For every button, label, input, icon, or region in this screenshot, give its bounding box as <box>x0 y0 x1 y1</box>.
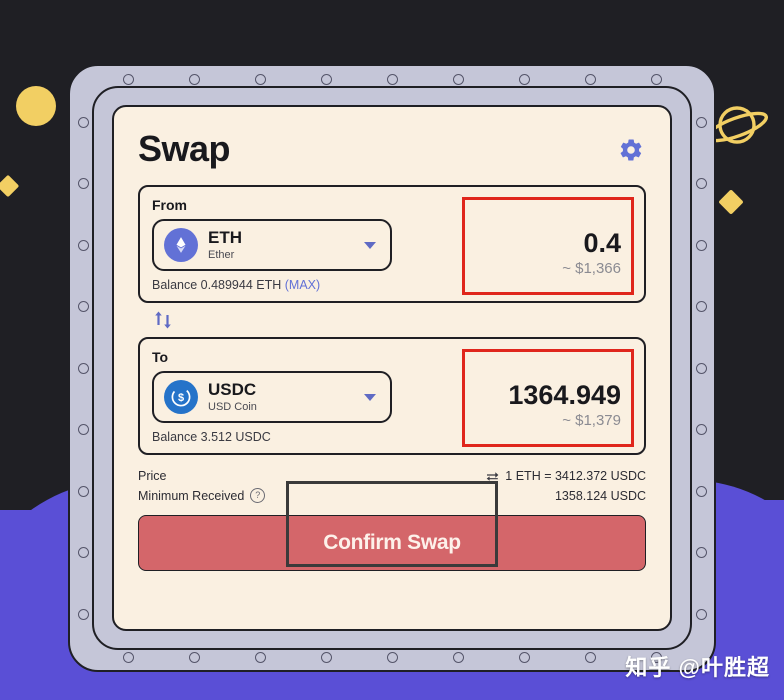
to-token-meta: USDC USD Coin <box>208 379 354 414</box>
usdc-icon-glyph: $ <box>171 387 191 407</box>
screw-icon <box>695 362 707 374</box>
from-amount-input[interactable]: 0.4 <box>465 228 621 258</box>
screw-icon <box>77 547 89 558</box>
screw-icon <box>695 608 707 620</box>
to-balance-text: Balance 3.512 USDC <box>152 430 271 444</box>
screw-icon <box>77 608 89 620</box>
screw-icon <box>695 485 707 497</box>
usdc-icon: $ <box>164 380 198 414</box>
screenshot-root: Swap From ETH Ether Balance 0.489944 ETH… <box>0 0 784 700</box>
chevron-down-icon[interactable] <box>364 241 376 249</box>
confirm-swap-wrap: Confirm Swap <box>138 481 646 571</box>
screw-icon <box>584 73 596 85</box>
yellow-diamond-icon <box>0 174 20 198</box>
screw-icon <box>320 73 332 85</box>
screw-icon <box>518 73 530 85</box>
from-panel: From ETH Ether Balance 0.489944 ETH (MAX… <box>138 185 646 303</box>
swap-card: Swap From ETH Ether Balance 0.489944 ETH… <box>112 105 672 631</box>
screw-icon <box>695 239 707 251</box>
to-amount-fiat: ~ $1,379 <box>562 412 621 429</box>
from-token-selector[interactable]: ETH Ether <box>152 219 392 271</box>
screw-icon <box>320 651 332 663</box>
ethereum-icon <box>164 228 198 262</box>
screw-icon <box>695 424 707 435</box>
screw-icon <box>77 301 89 312</box>
screw-icon <box>188 73 200 85</box>
screw-icon <box>77 239 89 251</box>
yellow-diamond-icon <box>718 189 744 215</box>
gear-icon-glyph <box>620 139 642 161</box>
from-token-name: Ether <box>208 249 235 262</box>
screw-icon <box>695 178 707 189</box>
from-balance-text: Balance 0.489944 ETH <box>152 278 282 292</box>
to-token-selector[interactable]: $ USDC USD Coin <box>152 371 392 423</box>
screw-icon <box>695 301 707 312</box>
swap-rate-icon[interactable] <box>486 471 499 482</box>
price-row: Price 1 ETH = 3412.372 USDC <box>138 469 646 483</box>
screw-icon <box>122 73 134 85</box>
from-token-symbol: ETH <box>208 227 242 247</box>
screw-icon <box>584 651 596 663</box>
screw-icon <box>518 651 530 663</box>
question-mark-icon[interactable]: ? <box>250 488 266 503</box>
minimum-label-wrap: Minimum Received ? <box>138 488 266 503</box>
max-button[interactable]: (MAX) <box>285 278 320 292</box>
swap-direction-row <box>138 303 646 337</box>
screw-icon <box>77 485 89 497</box>
screw-icon <box>77 362 89 374</box>
screw-icon <box>695 547 707 558</box>
price-value: 1 ETH = 3412.372 USDC <box>505 469 646 483</box>
to-amount-highlight: 1364.949 ~ $1,379 <box>462 349 634 447</box>
watermark: 知乎 @叶胜超 <box>625 655 770 680</box>
ethereum-icon-glyph <box>176 237 186 253</box>
screw-icon <box>650 73 662 85</box>
gear-icon[interactable] <box>616 135 646 165</box>
to-panel: To $ USDC USD Coin Balance 3.512 USDC 13… <box>138 337 646 455</box>
screw-icon <box>188 651 200 663</box>
from-amount-highlight: 0.4 ~ $1,366 <box>462 197 634 295</box>
chevron-down-icon[interactable] <box>364 393 376 401</box>
screw-icon <box>122 651 134 663</box>
confirm-swap-button[interactable]: Confirm Swap <box>138 515 646 571</box>
screw-icon <box>254 651 266 663</box>
swap-vertical-arrows-icon[interactable] <box>152 308 174 332</box>
swap-details: Price 1 ETH = 3412.372 USDC Minimum Rece… <box>138 469 646 503</box>
to-token-name: USD Coin <box>208 401 257 414</box>
yellow-circle-icon <box>16 86 56 126</box>
screw-icon <box>77 116 89 128</box>
to-token-symbol: USDC <box>208 379 257 399</box>
screw-icon <box>77 424 89 435</box>
screw-icon <box>77 178 89 189</box>
minimum-received-value: 1358.124 USDC <box>554 488 646 503</box>
price-value-wrap: 1 ETH = 3412.372 USDC <box>486 469 646 483</box>
screw-icon <box>452 651 464 663</box>
card-header: Swap <box>138 129 646 185</box>
svg-text:$: $ <box>178 392 184 404</box>
to-amount-input[interactable]: 1364.949 <box>465 380 621 410</box>
screw-icon <box>386 73 398 85</box>
page-title: Swap <box>138 128 231 169</box>
screw-icon <box>386 651 398 663</box>
screw-icon <box>254 73 266 85</box>
price-label: Price <box>138 469 167 483</box>
from-token-meta: ETH Ether <box>208 227 354 262</box>
screw-icon <box>452 73 464 85</box>
screw-icon <box>695 116 707 128</box>
from-amount-fiat: ~ $1,366 <box>562 260 621 277</box>
minimum-received-row: Minimum Received ? 1358.124 USDC <box>138 488 646 503</box>
minimum-received-label: Minimum Received <box>138 488 245 503</box>
